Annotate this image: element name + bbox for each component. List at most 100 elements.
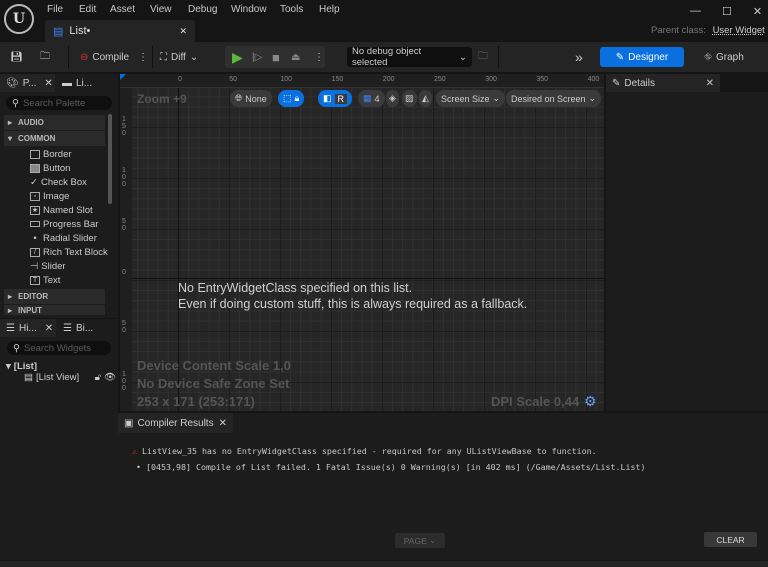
search-palette-input[interactable]: ⚲ Search Palette <box>6 96 112 110</box>
ruler-y-label: 50 <box>122 320 126 334</box>
palette-item-radial-slider[interactable]: • Radial Slider <box>30 231 97 245</box>
category-editor[interactable]: ▸ EDITOR <box>4 289 105 304</box>
browse-icon[interactable]: 🗀 <box>40 47 50 67</box>
palette-item-check-box[interactable]: ✓ Check Box <box>30 175 87 189</box>
hierarchy-icon: ☰ <box>6 322 15 334</box>
palette-item-progress-bar[interactable]: Progress Bar <box>30 217 98 231</box>
graph-label: Graph <box>716 51 744 63</box>
menu-view[interactable]: View <box>150 4 172 15</box>
lock-icon[interactable]: 🔓︎ <box>95 372 101 383</box>
palette-item-text[interactable]: T Text <box>30 273 60 287</box>
menu-asset[interactable]: Asset <box>110 4 135 15</box>
flip-icon[interactable]: ◭ <box>419 90 432 107</box>
designer-icon: ✎ <box>615 51 625 63</box>
palette-item-rich-text-block[interactable]: / Rich Text Block <box>30 245 108 259</box>
stop-icon[interactable]: ■ <box>272 47 280 67</box>
grid-snap-toggle[interactable]: ▦ 4 <box>358 90 385 107</box>
menu-file[interactable]: File <box>47 4 63 15</box>
palette-item-image[interactable]: ▫ Image <box>30 189 69 203</box>
safe-zone-status: No Device Safe Zone Set <box>137 376 290 391</box>
preview-image-icon[interactable]: ▨ <box>402 90 417 107</box>
chevron-down-icon: ⌄ <box>429 535 437 545</box>
item-label: Text <box>43 274 61 286</box>
close-tab-icon[interactable]: ✕ <box>706 78 714 89</box>
info-message[interactable]: • [0453,98] Compile of List failed. 1 Fa… <box>136 462 646 472</box>
lock-selection-toggle[interactable]: ⬚ 🔒︎ <box>278 90 305 107</box>
close-tab-icon[interactable]: ✕ <box>44 78 52 89</box>
palette-item-border[interactable]: Border <box>30 147 72 161</box>
error-message[interactable]: ⚠ ListView_35 has no EntryWidgetClass sp… <box>132 446 597 456</box>
debug-browse-icon[interactable]: 🗀 <box>478 47 488 67</box>
palette-item-named-slot[interactable]: ★ Named Slot <box>30 203 93 217</box>
close-tab-icon[interactable]: ✕ <box>219 418 227 429</box>
parent-class-link[interactable]: User Widget <box>713 25 765 36</box>
hierarchy-tab-label: Hi... <box>18 322 37 334</box>
play-icon[interactable]: ▶ <box>232 47 243 67</box>
localization-none-button[interactable]: 🌐︎ None <box>230 90 272 107</box>
compile-options-icon[interactable]: ⋮ <box>138 47 148 67</box>
tab-list[interactable]: ▤ List• ✕ <box>45 20 195 42</box>
category-audio[interactable]: ▸ AUDIO <box>4 115 105 130</box>
menu-tools[interactable]: Tools <box>280 4 303 15</box>
maximize-icon[interactable]: ☐ <box>722 5 732 18</box>
expand-toolbar-icon[interactable]: » <box>575 47 583 67</box>
category-input[interactable]: ▸ INPUT <box>4 305 105 315</box>
designer-button[interactable]: ✎ Designer <box>600 47 684 67</box>
menu-debug[interactable]: Debug <box>188 4 217 15</box>
close-tab-icon[interactable]: ✕ <box>179 26 187 37</box>
category-common[interactable]: ▾ COMMON <box>4 131 105 146</box>
step-icon[interactable]: |▷ <box>252 47 262 67</box>
debug-object-select[interactable]: No debug object selected ⌄ <box>347 46 472 68</box>
tab-bindings[interactable]: ☰ Bi... <box>57 319 99 337</box>
palette-item-slider[interactable]: ⊣ Slider <box>30 259 66 273</box>
menu-help[interactable]: Help <box>319 4 340 15</box>
chevron-right-icon: ▸ <box>8 305 13 315</box>
graph-button[interactable]: ⛗ Graph <box>704 47 744 67</box>
palette-panel: 🎨︎ P... ✕ ▬ Li... ⚲ Search Palette ▸ AUDIO ▾ C… <box>0 74 118 318</box>
marquee-icon: ⬚ <box>283 93 292 103</box>
palette-item-button[interactable]: Button <box>30 161 70 175</box>
fill-mode-select[interactable]: Desired on Screen ⌄ <box>506 90 602 107</box>
ruler-x-label: 200 <box>382 76 395 83</box>
category-label: EDITOR <box>18 292 49 301</box>
horizontal-ruler: 0 50 100 150 200 250 300 350 400 <box>120 74 604 88</box>
compile-button[interactable]: ⊖ Compile <box>80 47 129 67</box>
tree-item-list-view[interactable]: ▤ [List View] 🔓︎ 👁︎ <box>24 370 116 384</box>
fill-mode-label: Desired on Screen <box>511 93 586 104</box>
item-label: Check Box <box>40 176 87 188</box>
ruler-x-label: 250 <box>434 76 446 83</box>
tab-compiler-results[interactable]: ▣ Compiler Results ✕ <box>118 413 233 433</box>
globe-icon: 🌐︎ <box>235 93 243 103</box>
close-tab-icon[interactable]: ✕ <box>45 323 53 334</box>
tab-palette[interactable]: 🎨︎ P... ✕ <box>0 74 55 92</box>
palette-scrollbar[interactable] <box>108 114 112 204</box>
compiler-results-panel: ▣ Compiler Results ✕ ⚠ ListView_35 has no … <box>118 413 768 560</box>
page-label: PAGE <box>403 535 427 546</box>
clear-button[interactable]: CLEAR <box>704 532 757 547</box>
search-widgets-input[interactable]: ⚲ Search Widgets <box>7 341 111 355</box>
tab-hierarchy[interactable]: ☰ Hi... ✕ <box>0 319 56 337</box>
minimize-icon[interactable]: — <box>690 5 701 18</box>
ruler-y-label: 50 <box>122 218 126 232</box>
diff-icon: ⛶ <box>160 51 167 63</box>
play-options-icon[interactable]: ⋮ <box>314 47 324 67</box>
tab-details[interactable]: ✎ Details ✕ <box>606 74 720 92</box>
eye-icon[interactable]: 👁︎ <box>104 372 116 383</box>
dpi-settings-gear-icon[interactable]: ⚙ <box>584 393 597 410</box>
search-placeholder: Search Widgets <box>23 342 92 354</box>
image-icon: ▫ <box>30 191 40 201</box>
page-button[interactable]: PAGE ⌄ <box>395 533 445 548</box>
dpi-scale: DPI Scale 0,44 <box>491 394 580 409</box>
eject-icon[interactable]: ⏏ <box>291 47 300 67</box>
menu-window[interactable]: Window <box>231 4 267 15</box>
unreal-logo[interactable]: U <box>4 4 34 34</box>
diff-button[interactable]: ⛶ Diff ⌄ <box>160 47 198 67</box>
checkbox-icon: ✓ <box>30 176 38 188</box>
respect-locks-toggle[interactable]: ◧ R <box>318 90 353 107</box>
tab-library[interactable]: ▬ Li... <box>56 74 98 92</box>
save-icon[interactable]: 💾︎ <box>10 47 23 67</box>
close-window-icon[interactable]: ✕ <box>753 5 762 18</box>
screen-size-select[interactable]: Screen Size ⌄ <box>436 90 506 107</box>
outline-icon[interactable]: ◈ <box>386 90 399 107</box>
menu-edit[interactable]: Edit <box>79 4 96 15</box>
